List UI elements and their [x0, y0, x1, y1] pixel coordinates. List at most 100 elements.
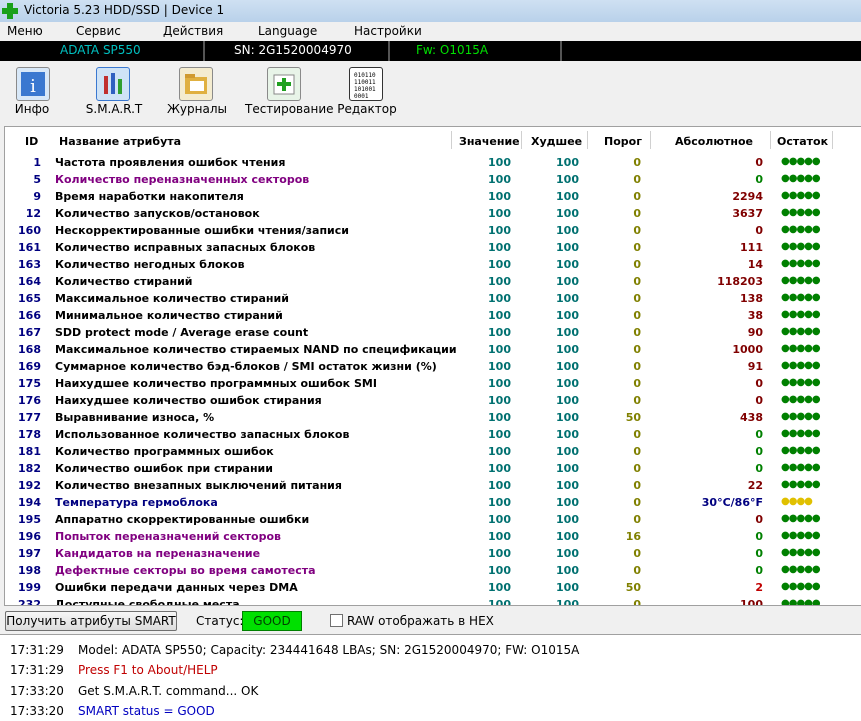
- raw-hex-label[interactable]: RAW отображать в HEX: [347, 614, 494, 628]
- column-header-worst[interactable]: Худшее: [531, 135, 582, 148]
- divider: [560, 41, 562, 61]
- attribute-worst: 100: [556, 496, 579, 509]
- attribute-remaining: ●●●●●: [781, 513, 821, 524]
- attribute-remaining: ●●●●●: [781, 190, 821, 201]
- table-row[interactable]: 177 Выравнивание износа, % 100 100 50 438 ●●●●…: [5, 409, 861, 426]
- attribute-name: Наихудшее количество программных ошибок …: [55, 377, 377, 390]
- table-row[interactable]: 199 Ошибки передачи данных через DMA 100 10…: [5, 579, 861, 596]
- smart-table[interactable]: ID Название атрибута Значение Худшее Пор…: [4, 126, 861, 606]
- attribute-worst: 100: [556, 530, 579, 543]
- attribute-remaining: ●●●●●: [781, 258, 821, 269]
- table-row[interactable]: 164 Количество стираний 100 100 0 118203 ●●●●●: [5, 273, 861, 290]
- logs-icon: [179, 67, 213, 101]
- toolbar-logs-button[interactable]: Журналы: [157, 65, 237, 121]
- table-row[interactable]: 195 Аппаратно скорректированные ошибки 100…: [5, 511, 861, 528]
- toolbar-editor-button[interactable]: 010110 110011 101001 0001 Редактор: [327, 65, 407, 121]
- table-row[interactable]: 198 Дефектные секторы во время самотеста 1…: [5, 562, 861, 579]
- attribute-id: 177: [18, 411, 41, 424]
- attribute-worst: 100: [556, 377, 579, 390]
- attribute-absolute: 0: [755, 513, 763, 526]
- table-row[interactable]: 196 Попыток переназначений секторов 100 100…: [5, 528, 861, 545]
- attribute-absolute: 0: [755, 564, 763, 577]
- menu-item-actions[interactable]: Действия: [163, 24, 223, 38]
- table-row[interactable]: 197 Кандидатов на переназначение 100 100 0 0 ●…: [5, 545, 861, 562]
- get-smart-attributes-button[interactable]: Получить атрибуты SMART: [5, 611, 177, 631]
- attribute-name: Ошибки передачи данных через DMA: [55, 581, 298, 594]
- attribute-absolute: 100: [740, 598, 763, 606]
- column-header-value[interactable]: Значение: [459, 135, 520, 148]
- attribute-absolute: 2294: [732, 190, 763, 203]
- attribute-value: 100: [488, 156, 511, 169]
- menu-item-menu[interactable]: Меню: [7, 24, 43, 38]
- table-row[interactable]: 5 Количество переназначенных секторов 100 1…: [5, 171, 861, 188]
- table-row[interactable]: 176 Наихудшее количество ошибок стирания 1…: [5, 392, 861, 409]
- attribute-worst: 100: [556, 343, 579, 356]
- attribute-threshold: 0: [633, 190, 641, 203]
- table-row[interactable]: 194 Температура гермоблока 100 100 0 30°C/86°…: [5, 494, 861, 511]
- attribute-id: 199: [18, 581, 41, 594]
- attribute-id: 182: [18, 462, 41, 475]
- attribute-name: Частота проявления ошибок чтения: [55, 156, 286, 169]
- attribute-threshold: 0: [633, 207, 641, 220]
- attribute-threshold: 0: [633, 428, 641, 441]
- attribute-threshold: 0: [633, 496, 641, 509]
- log-panel[interactable]: 17:31:29 Model: ADATA SP550; Capacity: 2…: [0, 634, 861, 721]
- attribute-name: Количество негодных блоков: [55, 258, 245, 271]
- menu-item-settings[interactable]: Настройки: [354, 24, 422, 38]
- table-row[interactable]: 1 Частота проявления ошибок чтения 100 100 0…: [5, 154, 861, 171]
- table-row[interactable]: 181 Количество программных ошибок 100 100 0 0…: [5, 443, 861, 460]
- table-row[interactable]: 12 Количество запусков/остановок 100 100 0 36…: [5, 205, 861, 222]
- menu-item-service[interactable]: Сервис: [76, 24, 121, 38]
- table-row[interactable]: 182 Количество ошибок при стирании 100 100 0…: [5, 460, 861, 477]
- table-row[interactable]: 178 Использованное количество запасных бл…: [5, 426, 861, 443]
- column-header-id[interactable]: ID: [25, 135, 38, 148]
- table-row[interactable]: 9 Время наработки накопителя 100 100 0 2294 ●●…: [5, 188, 861, 205]
- table-row[interactable]: 175 Наихудшее количество программных ошиб…: [5, 375, 861, 392]
- attribute-threshold: 0: [633, 258, 641, 271]
- divider: [203, 41, 205, 61]
- table-row[interactable]: 166 Минимальное количество стираний 100 100…: [5, 307, 861, 324]
- attribute-threshold: 0: [633, 394, 641, 407]
- attribute-id: 195: [18, 513, 41, 526]
- table-row[interactable]: 165 Максимальное количество стираний 100 10…: [5, 290, 861, 307]
- attribute-absolute: 14: [747, 258, 763, 271]
- toolbar-testing-button[interactable]: Тестирование: [245, 65, 334, 121]
- attribute-name: Минимальное количество стираний: [55, 309, 283, 322]
- table-row[interactable]: 161 Количество исправных запасных блоков 1…: [5, 239, 861, 256]
- column-header-remaining[interactable]: Остаток: [777, 135, 828, 148]
- attribute-worst: 100: [556, 513, 579, 526]
- attribute-value: 100: [488, 547, 511, 560]
- toolbar-info-button[interactable]: i Инфо: [0, 65, 72, 121]
- column-header-threshold[interactable]: Порог: [604, 135, 642, 148]
- attribute-name: Количество программных ошибок: [55, 445, 274, 458]
- attribute-worst: 100: [556, 292, 579, 305]
- attribute-value: 100: [488, 462, 511, 475]
- table-row[interactable]: 232 Доступные свободные места 100 100 0 100 ●●…: [5, 596, 861, 606]
- raw-hex-checkbox[interactable]: [330, 614, 343, 627]
- toolbar-logs-label: Журналы: [167, 102, 227, 116]
- attribute-worst: 100: [556, 479, 579, 492]
- attribute-value: 100: [488, 309, 511, 322]
- log-message: Get S.M.A.R.T. command... OK: [78, 684, 259, 698]
- log-message: Press F1 to About/HELP: [78, 663, 218, 677]
- attribute-absolute: 2: [755, 581, 763, 594]
- table-row[interactable]: 192 Количество внезапных выключений питан…: [5, 477, 861, 494]
- attribute-value: 100: [488, 564, 511, 577]
- table-row[interactable]: 160 Нескорректированные ошибки чтения/зап…: [5, 222, 861, 239]
- menu-item-language[interactable]: Language: [258, 24, 317, 38]
- toolbar-smart-button[interactable]: S.M.A.R.T: [74, 65, 154, 121]
- column-header-name[interactable]: Название атрибута: [59, 135, 181, 148]
- attribute-remaining: ●●●●●: [781, 207, 821, 218]
- attribute-remaining: ●●●●●: [781, 445, 821, 456]
- column-header-absolute[interactable]: Абсолютное: [675, 135, 753, 148]
- table-row[interactable]: 168 Максимальное количество стираемых NAN…: [5, 341, 861, 358]
- table-row[interactable]: 163 Количество негодных блоков 100 100 0 14 ●●…: [5, 256, 861, 273]
- table-row[interactable]: 167 SDD protect mode / Average erase coun…: [5, 324, 861, 341]
- attribute-name: Количество стираний: [55, 275, 193, 288]
- attribute-threshold: 0: [633, 513, 641, 526]
- toolbar: i Инфо S.M.A.R.T Журналы Тестирование 01…: [0, 61, 861, 121]
- attribute-remaining: ●●●●●: [781, 428, 821, 439]
- attribute-worst: 100: [556, 547, 579, 560]
- table-row[interactable]: 169 Суммарное количество бэд-блоков / SMI…: [5, 358, 861, 375]
- smart-icon: [96, 67, 130, 101]
